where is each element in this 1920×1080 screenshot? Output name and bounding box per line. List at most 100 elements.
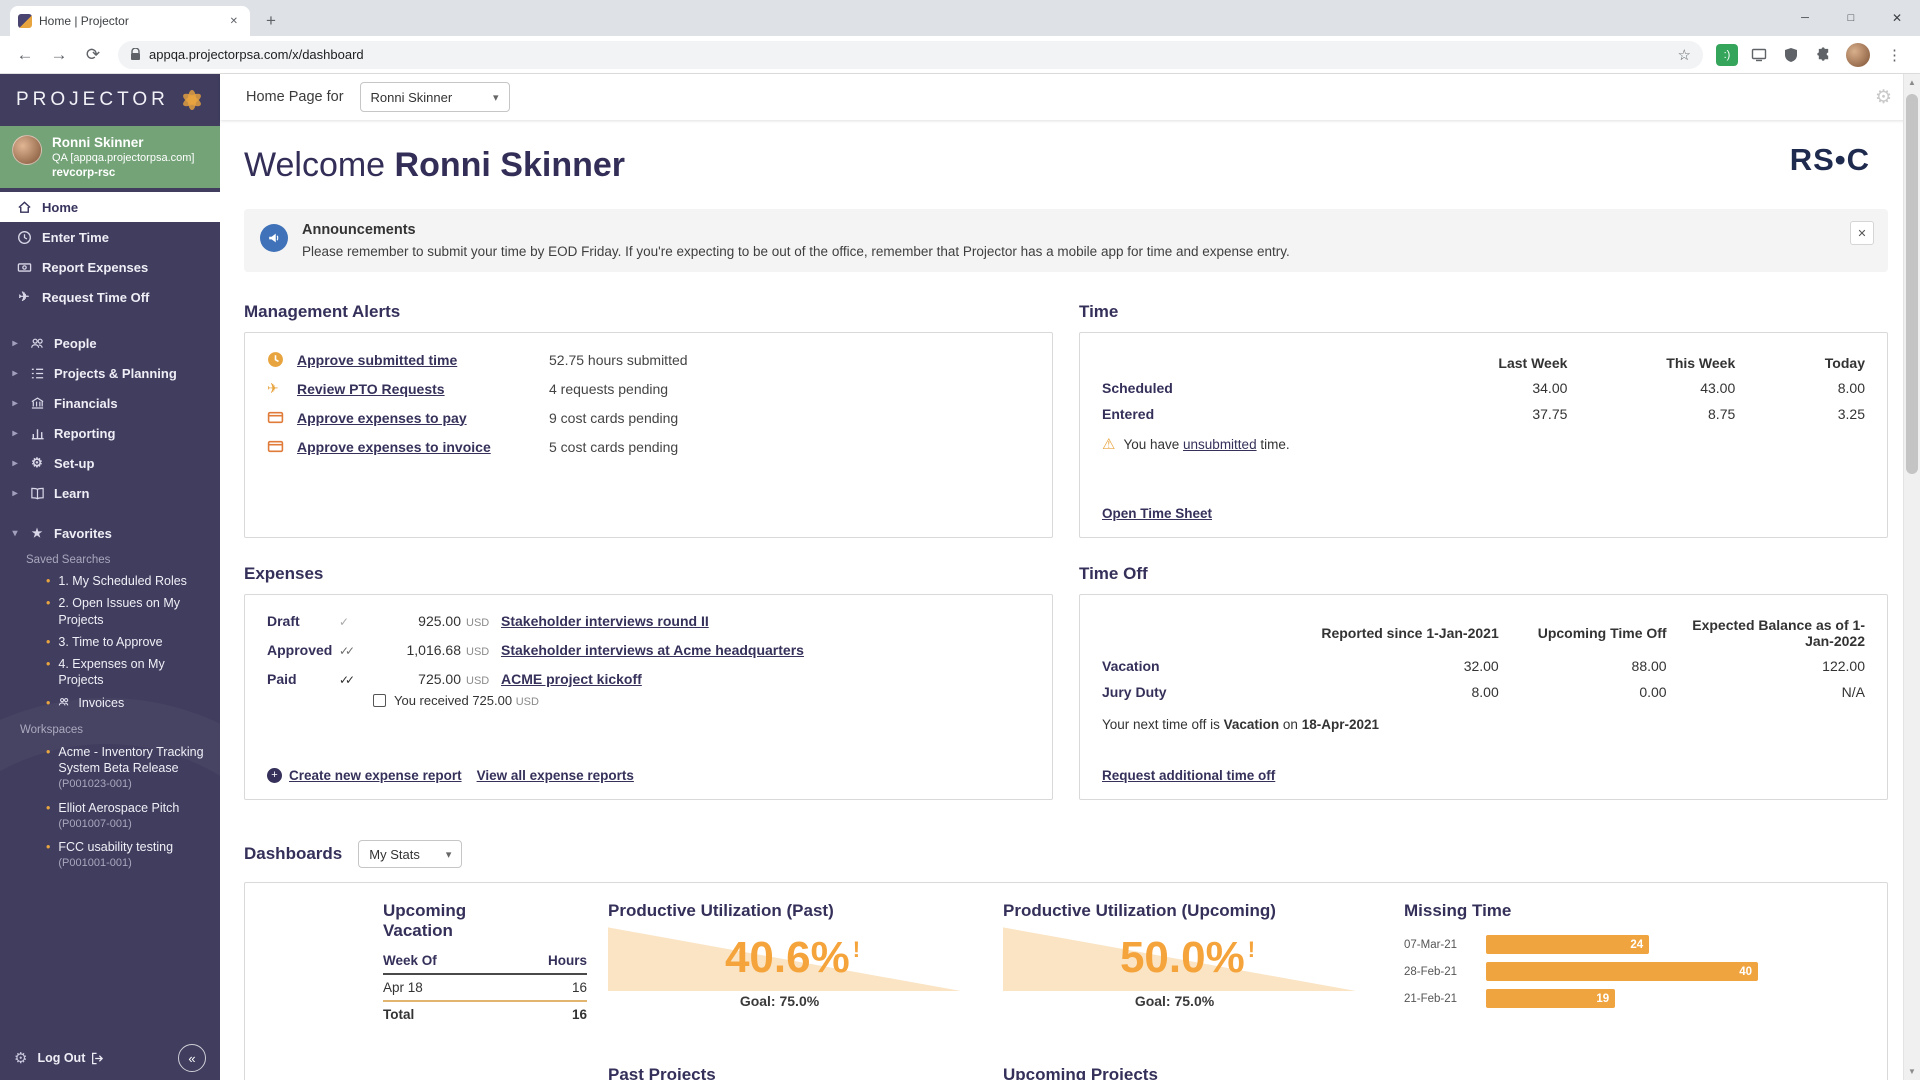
- expense-report-link[interactable]: Stakeholder interviews round II: [501, 613, 1030, 629]
- url-text[interactable]: appqa.projectorpsa.com/x/dashboard: [149, 47, 1670, 62]
- sidebar-tree: ▸ People ▸ Projects & Planning ▸ Financi…: [0, 328, 220, 875]
- scroll-down-icon[interactable]: ▼: [1904, 1063, 1920, 1080]
- open-time-sheet-link[interactable]: Open Time Sheet: [1102, 506, 1212, 521]
- col-last-week: Last Week: [1331, 351, 1568, 375]
- time-card: Last Week This Week Today Scheduled 34.0…: [1079, 332, 1888, 538]
- page-settings-gear-icon[interactable]: ⚙: [1875, 86, 1892, 109]
- expense-report-link[interactable]: Stakeholder interviews at Acme headquart…: [501, 642, 1030, 658]
- create-expense-report-link[interactable]: Create new expense report: [289, 768, 462, 783]
- caret-right-icon[interactable]: ▸: [10, 338, 20, 349]
- primary-nav: Home Enter Time Report Expenses ✈ Reques…: [0, 192, 220, 312]
- received-checkbox[interactable]: [373, 694, 386, 707]
- sidebar-item-learn[interactable]: ▸ Learn: [0, 478, 220, 508]
- new-tab-button[interactable]: +: [258, 8, 284, 34]
- dashboard-selector[interactable]: My Stats ▾: [358, 840, 462, 868]
- browser-profile-avatar[interactable]: [1846, 43, 1870, 67]
- view-expense-reports-link[interactable]: View all expense reports: [477, 768, 634, 783]
- sidebar-item-set-up[interactable]: ▸ ⚙ Set-up: [0, 448, 220, 478]
- sidebar-item-enter-time[interactable]: Enter Time: [0, 222, 220, 252]
- expense-currency: USD: [461, 617, 501, 629]
- extension-icon-green[interactable]: :): [1716, 44, 1738, 66]
- window-close-button[interactable]: ✕: [1874, 0, 1920, 36]
- sidebar-item-request-time-off[interactable]: ✈ Request Time Off: [0, 282, 220, 312]
- announcements-title: Announcements: [302, 222, 1290, 238]
- sidebar-item-label: Reporting: [54, 426, 115, 441]
- expenses-card: Draft ✓ 925.00 USD Stakeholder interview…: [244, 594, 1053, 800]
- expense-report-link[interactable]: ACME project kickoff: [501, 671, 1030, 687]
- caret-right-icon[interactable]: ▸: [10, 368, 20, 379]
- book-icon: [29, 486, 45, 501]
- bullet-icon: •: [46, 573, 50, 589]
- bookmark-star-icon[interactable]: ☆: [1678, 46, 1691, 64]
- caret-right-icon[interactable]: ▸: [10, 488, 20, 499]
- logout-label: Log Out: [37, 1051, 85, 1065]
- bar-label: 28-Feb-21: [1404, 966, 1486, 978]
- workspace-code: (P001007-001): [58, 817, 179, 831]
- browser-tab-strip: Home | Projector ✕ + ─ □ ✕: [0, 0, 1920, 36]
- scrollbar-thumb[interactable]: [1906, 94, 1918, 474]
- bar-label: 21-Feb-21: [1404, 993, 1486, 1005]
- bullet-icon: •: [46, 800, 50, 832]
- caret-down-icon[interactable]: ▾: [10, 528, 20, 539]
- bar: 19: [1486, 989, 1615, 1008]
- caret-right-icon[interactable]: ▸: [10, 398, 20, 409]
- request-time-off-link[interactable]: Request additional time off: [1102, 768, 1275, 783]
- sidebar-item-reporting[interactable]: ▸ Reporting: [0, 418, 220, 448]
- extension-icon-cast[interactable]: [1748, 44, 1770, 66]
- minimize-button[interactable]: ─: [1782, 0, 1828, 36]
- projector-flower-icon: [180, 88, 204, 112]
- workspace-code: (P001023-001): [58, 777, 208, 791]
- alert-row: ✈ Review PTO Requests 4 requests pending: [267, 380, 1030, 397]
- saved-search-item[interactable]: • 3. Time to Approve: [0, 631, 220, 653]
- logout-button[interactable]: Log Out: [37, 1051, 104, 1065]
- back-button[interactable]: ←: [10, 40, 40, 70]
- extension-icon-shield[interactable]: [1780, 44, 1802, 66]
- sidebar-item-favorites[interactable]: ▾ ★ Favorites: [0, 518, 220, 548]
- caret-right-icon[interactable]: ▸: [10, 428, 20, 439]
- forward-button[interactable]: →: [44, 40, 74, 70]
- page-scrollbar[interactable]: ▲ ▼: [1903, 74, 1920, 1080]
- sidebar-item-projects-planning[interactable]: ▸ Projects & Planning: [0, 358, 220, 388]
- announcement-close-button[interactable]: ✕: [1850, 221, 1874, 245]
- sidebar-item-label: Enter Time: [42, 230, 109, 245]
- sidebar-item-people[interactable]: ▸ People: [0, 328, 220, 358]
- sidebar-item-financials[interactable]: ▸ Financials: [0, 388, 220, 418]
- sidebar-collapse-button[interactable]: «: [178, 1044, 206, 1072]
- home-page-user-select[interactable]: Ronni Skinner ▾: [360, 82, 510, 112]
- check-icon: ✓: [339, 615, 373, 629]
- maximize-button[interactable]: □: [1828, 0, 1874, 36]
- user-profile-card[interactable]: Ronni Skinner QA [appqa.projectorpsa.com…: [0, 126, 220, 188]
- unsubmitted-link[interactable]: unsubmitted: [1183, 437, 1257, 452]
- review-pto-requests-link[interactable]: Review PTO Requests: [297, 381, 549, 397]
- workspace-item[interactable]: • Acme - Inventory Tracking System Beta …: [0, 740, 220, 796]
- expense-currency: USD: [461, 646, 501, 658]
- saved-search-item[interactable]: • 2. Open Issues on My Projects: [0, 592, 220, 631]
- lock-icon: [130, 48, 141, 61]
- approve-expenses-to-pay-link[interactable]: Approve expenses to pay: [297, 410, 549, 426]
- approve-submitted-time-link[interactable]: Approve submitted time: [297, 352, 549, 368]
- browser-tab[interactable]: Home | Projector ✕: [10, 6, 250, 36]
- expense-card-icon: [267, 409, 297, 426]
- settings-gear-icon[interactable]: ⚙: [14, 1049, 27, 1067]
- sidebar-item-home[interactable]: Home: [0, 192, 220, 222]
- caret-right-icon[interactable]: ▸: [10, 458, 20, 469]
- approve-expenses-to-invoice-link[interactable]: Approve expenses to invoice: [297, 439, 549, 455]
- sidebar-item-report-expenses[interactable]: Report Expenses: [0, 252, 220, 282]
- refresh-button[interactable]: ⟳: [78, 40, 108, 70]
- saved-search-item[interactable]: • 1. My Scheduled Roles: [0, 570, 220, 592]
- workspace-item[interactable]: • FCC usability testing (P001001-001): [0, 835, 220, 875]
- tab-close-icon[interactable]: ✕: [226, 14, 242, 29]
- extension-icon-puzzle[interactable]: [1812, 44, 1834, 66]
- browser-menu-icon[interactable]: ⋮: [1879, 46, 1910, 64]
- expense-amount: 925.00: [373, 613, 461, 629]
- time-title: Time: [1079, 302, 1888, 322]
- saved-search-label: 1. My Scheduled Roles: [58, 573, 187, 589]
- scroll-up-icon[interactable]: ▲: [1904, 74, 1920, 91]
- address-bar[interactable]: appqa.projectorpsa.com/x/dashboard ☆: [118, 41, 1703, 69]
- col-today: Today: [1735, 351, 1865, 375]
- workspace-item[interactable]: • Elliot Aerospace Pitch (P001007-001): [0, 796, 220, 836]
- saved-search-item-invoices[interactable]: • Invoices: [0, 692, 220, 714]
- saved-search-item[interactable]: • 4. Expenses on My Projects: [0, 653, 220, 692]
- bullet-icon: •: [46, 634, 50, 650]
- sidebar-item-label: Set-up: [54, 456, 94, 471]
